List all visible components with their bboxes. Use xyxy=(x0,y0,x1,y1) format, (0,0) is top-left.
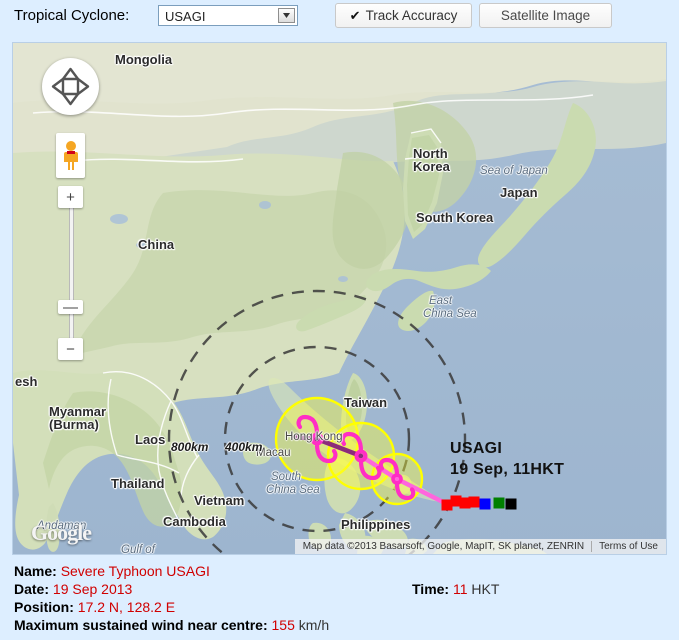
map-viewport[interactable]: Mongolia China North Korea South Korea Japan T… xyxy=(12,42,667,555)
history-track-point xyxy=(493,497,505,509)
pan-control[interactable] xyxy=(42,58,99,115)
pegman-street-view-icon[interactable] xyxy=(56,133,85,178)
attribution-text: Map data ©2013 Basarsoft, Google, MapIT,… xyxy=(302,541,585,552)
zoom-slider[interactable]: + — − xyxy=(58,186,83,361)
check-icon: ✔ xyxy=(349,7,361,23)
info-time-unit: HKT xyxy=(471,581,500,597)
tropical-cyclone-label: Tropical Cyclone: xyxy=(14,7,130,24)
info-date-value: 19 Sep 2013 xyxy=(52,581,133,597)
pan-arrows-icon xyxy=(51,67,90,106)
terms-of-use-link[interactable]: Terms of Use xyxy=(595,541,662,552)
chevron-down-icon[interactable] xyxy=(278,8,295,23)
info-wind-key: Maximum sustained wind near centre: xyxy=(14,617,268,633)
info-row-name: Name: Severe Typhoon USAGI xyxy=(14,563,210,579)
google-logo: Google xyxy=(31,520,92,545)
info-row-wind: Maximum sustained wind near centre: 155 … xyxy=(14,617,329,633)
zoom-slider-handle[interactable]: — xyxy=(58,300,83,315)
satellite-image-label: Satellite Image xyxy=(500,8,591,23)
info-wind-value: 155 xyxy=(271,617,295,633)
satellite-image-button[interactable]: Satellite Image xyxy=(479,3,612,28)
info-position-value: 17.2 N, 128.2 E xyxy=(77,599,176,615)
cyclone-select[interactable]: USAGI xyxy=(158,5,298,26)
info-row-date: Date: 19 Sep 2013 xyxy=(14,581,132,597)
zoom-in-button[interactable]: + xyxy=(58,186,83,208)
info-name-value: Severe Typhoon USAGI xyxy=(60,563,210,579)
map-canvas xyxy=(13,43,666,554)
map-attribution: Map data ©2013 Basarsoft, Google, MapIT,… xyxy=(294,539,666,554)
zoom-out-button[interactable]: − xyxy=(58,338,83,360)
info-row-time: Time: 11 HKT xyxy=(412,581,499,597)
info-position-key: Position: xyxy=(14,599,74,615)
info-time-key: Time: xyxy=(412,581,450,597)
history-track-point xyxy=(505,498,517,510)
track-accuracy-label: Track Accuracy xyxy=(365,8,458,23)
attribution-separator xyxy=(591,541,593,552)
history-track-point xyxy=(479,498,491,510)
cyclone-select-value: USAGI xyxy=(165,9,206,24)
pegman-figure-icon xyxy=(63,140,78,170)
zoom-slider-rail[interactable] xyxy=(69,198,74,350)
toolbar: Tropical Cyclone: USAGI ✔ Track Accuracy… xyxy=(0,0,679,42)
info-date-key: Date: xyxy=(14,581,50,597)
info-name-key: Name: xyxy=(14,563,57,579)
info-time-value: 11 xyxy=(452,581,468,597)
track-accuracy-button[interactable]: ✔ Track Accuracy xyxy=(335,3,472,28)
history-track-point xyxy=(468,496,480,508)
info-wind-unit: km/h xyxy=(298,617,330,633)
info-row-position: Position: 17.2 N, 128.2 E xyxy=(14,599,175,615)
storm-info-panel: Name: Severe Typhoon USAGI Date: 19 Sep … xyxy=(0,558,679,640)
